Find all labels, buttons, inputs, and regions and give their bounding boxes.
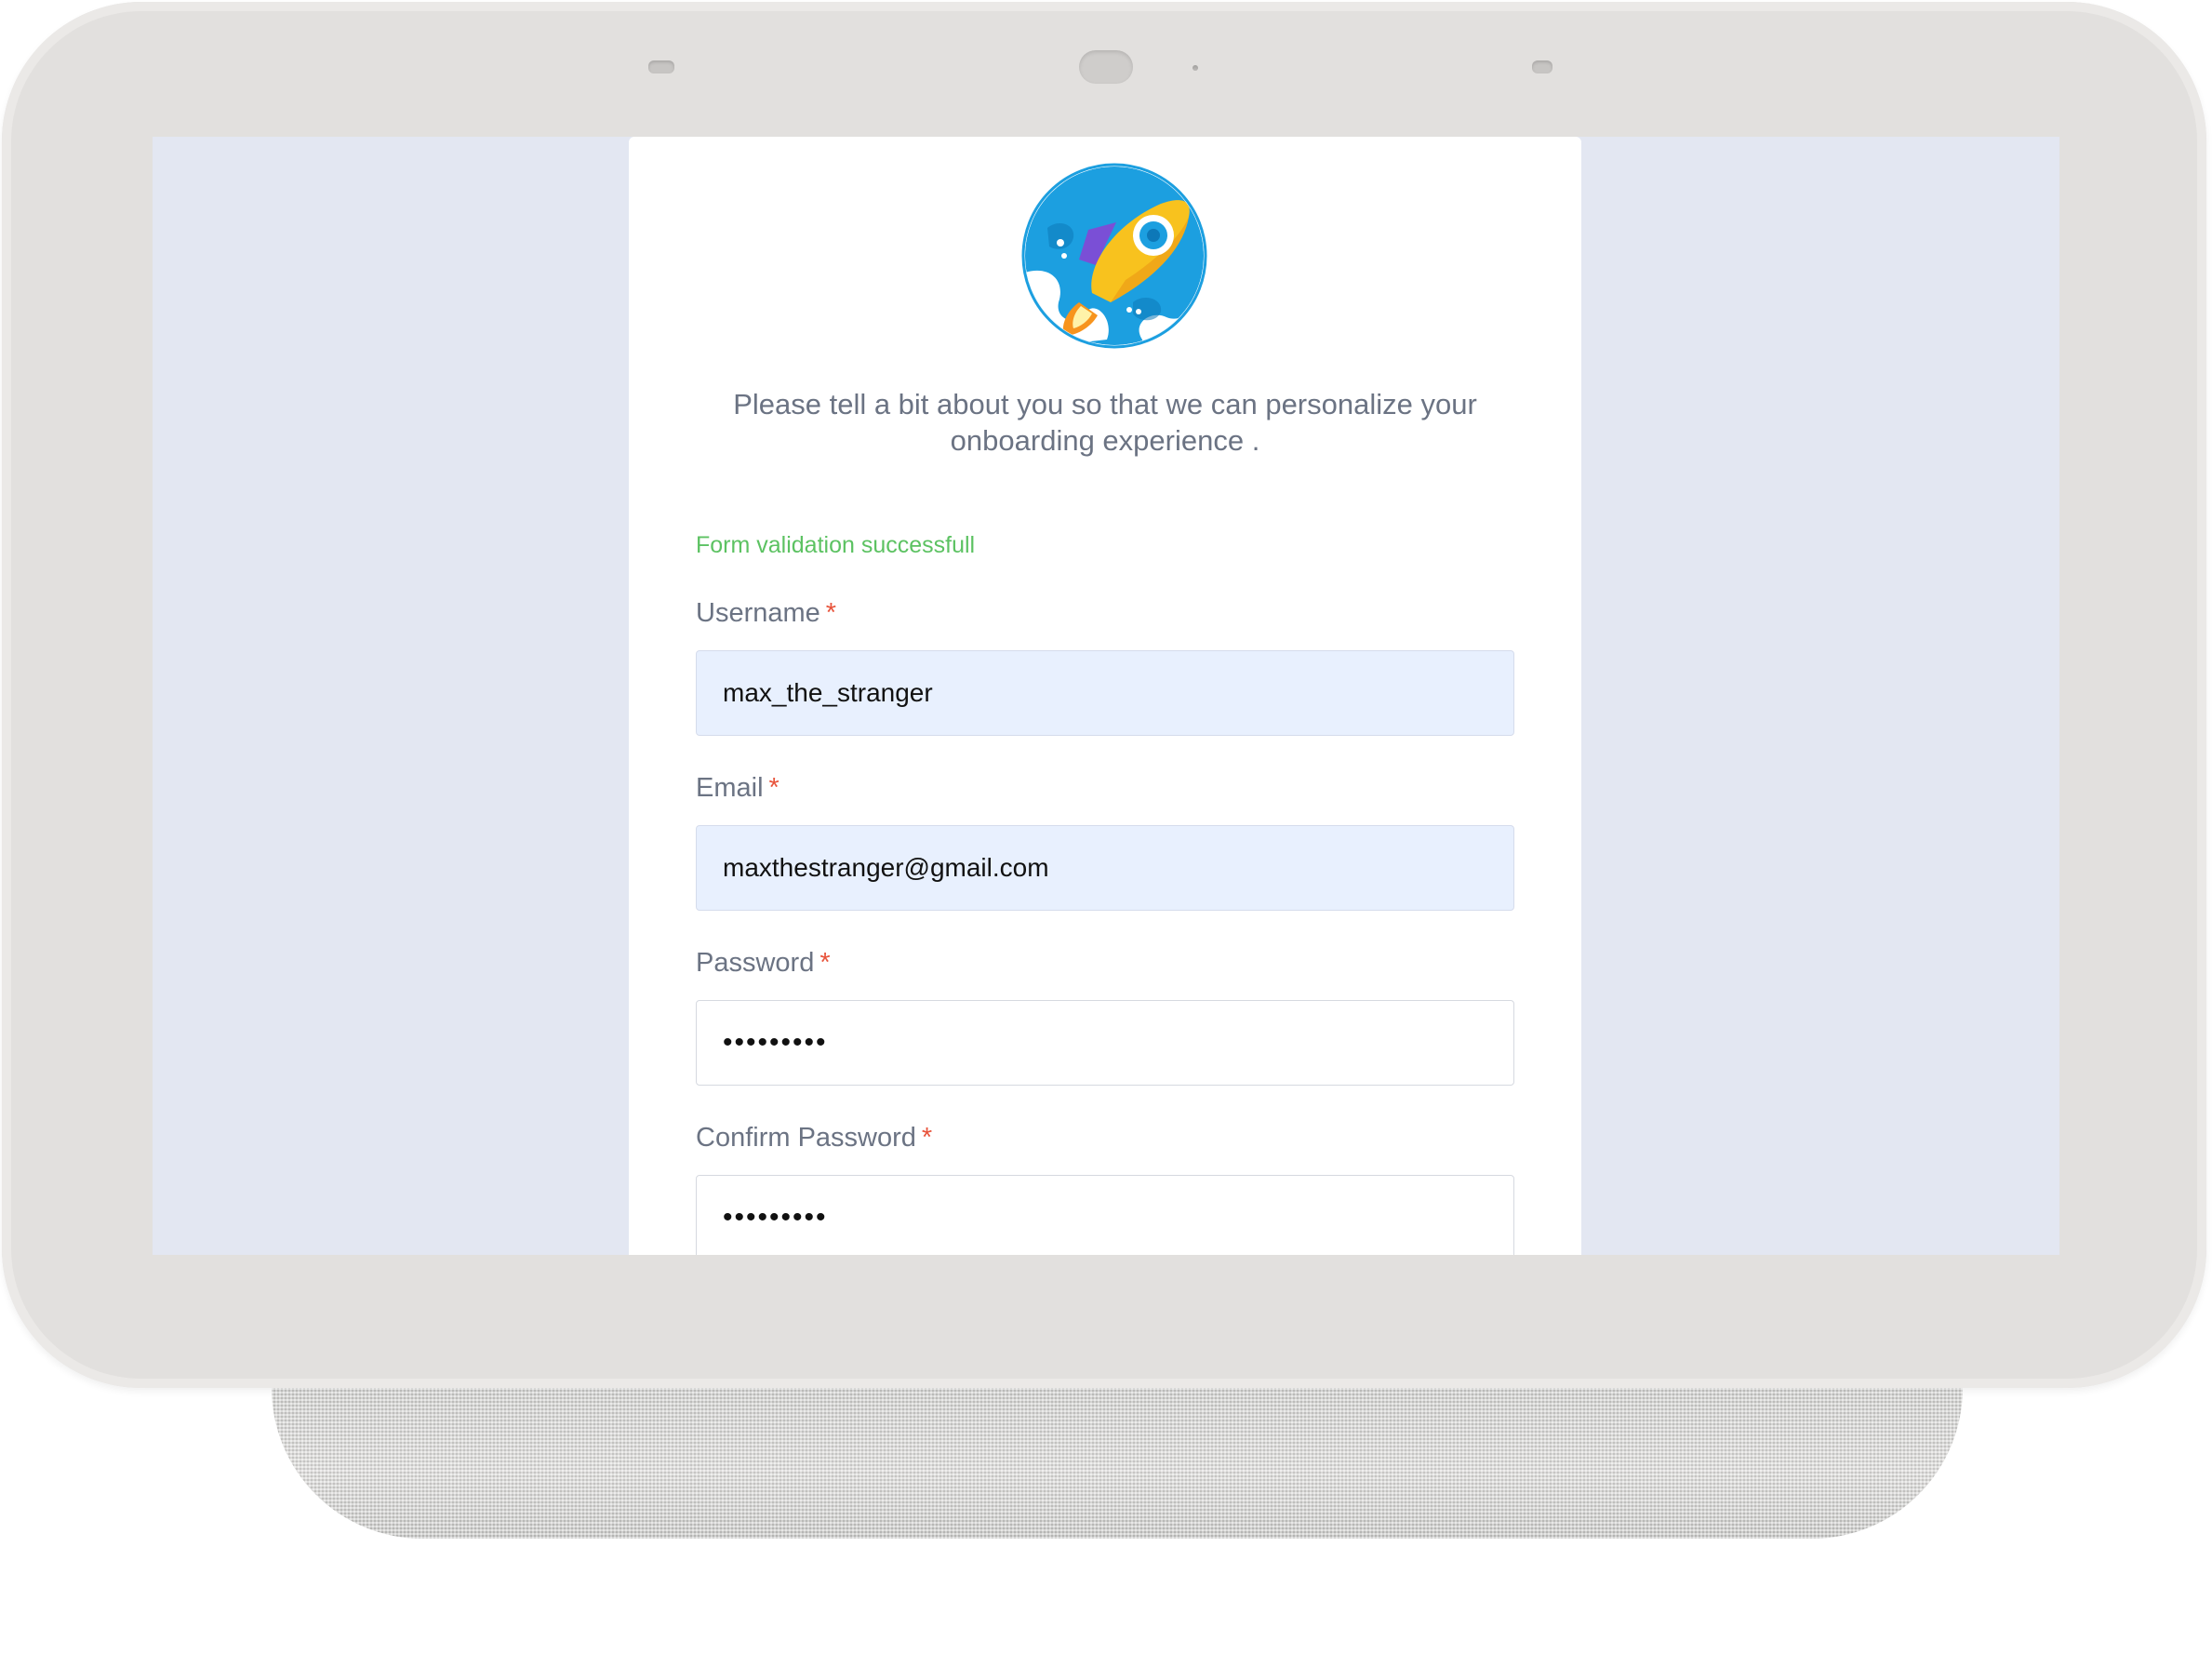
email-input[interactable] <box>696 825 1514 911</box>
light-sensor-left <box>648 60 674 73</box>
username-input[interactable] <box>696 650 1514 736</box>
confirm-password-label-text: Confirm Password <box>696 1123 916 1153</box>
camera-lens <box>1079 50 1133 84</box>
microphone-dot <box>1193 65 1198 71</box>
username-label-text: Username <box>696 598 820 628</box>
confirm-password-input[interactable] <box>696 1175 1514 1255</box>
confirm-password-label: Confirm Password * <box>696 1123 932 1154</box>
password-label: Password * <box>696 948 831 979</box>
light-sensor-right <box>1532 60 1552 73</box>
device-screen: Please tell a bit about you so that we c… <box>153 137 2059 1255</box>
password-label-text: Password <box>696 948 815 978</box>
required-marker: * <box>825 598 837 628</box>
intro-text: Please tell a bit about you so that we c… <box>733 388 1477 457</box>
username-label: Username * <box>696 598 836 629</box>
rocket-logo-icon <box>1021 163 1207 349</box>
required-marker: * <box>768 773 780 803</box>
password-input[interactable] <box>696 1000 1514 1086</box>
email-label: Email * <box>696 773 780 804</box>
validation-status: Form validation successfull <box>696 532 976 558</box>
onboarding-card: Please tell a bit about you so that we c… <box>629 137 1581 1255</box>
speaker-base <box>272 1388 1963 1539</box>
email-label-text: Email <box>696 773 764 803</box>
required-marker: * <box>921 1123 933 1153</box>
required-marker: * <box>820 948 831 978</box>
